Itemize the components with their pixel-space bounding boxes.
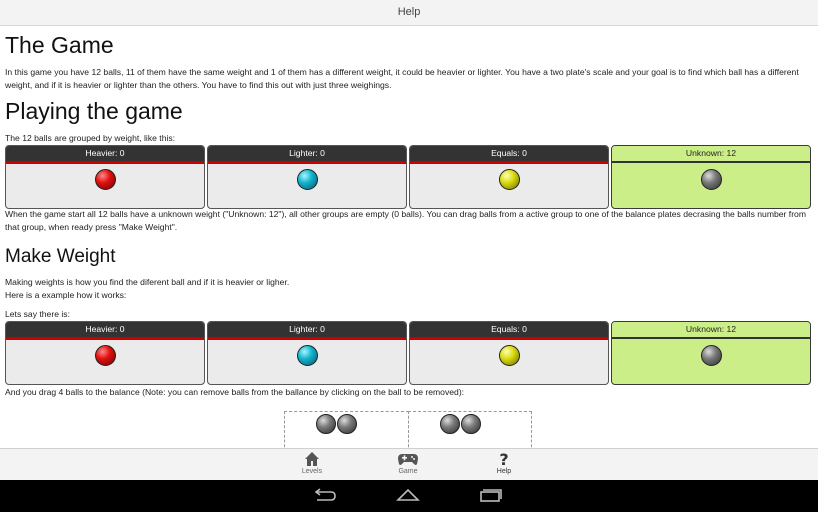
group-heavier-label: Heavier: 0 bbox=[6, 322, 204, 340]
make-weight-line-2: Here is a example how it works: bbox=[5, 290, 127, 300]
question-icon: ? bbox=[474, 450, 534, 469]
weight-groups-example-2: Heavier: 0 Lighter: 0 Equals: 0 Unknown:… bbox=[5, 321, 811, 385]
group-heavier-label: Heavier: 0 bbox=[6, 146, 204, 164]
red-ball-icon bbox=[95, 345, 116, 366]
gray-ball-icon bbox=[461, 414, 481, 434]
section-title-make-weight: Make Weight bbox=[5, 246, 116, 267]
playing-intro: The 12 balls are grouped by weight, like… bbox=[5, 133, 176, 143]
section-title-playing: Playing the game bbox=[5, 98, 183, 124]
yellow-ball-icon bbox=[499, 169, 520, 190]
red-ball-icon bbox=[95, 169, 116, 190]
game-description: In this game you have 12 balls, 11 of th… bbox=[5, 67, 799, 90]
cyan-ball-icon bbox=[297, 169, 318, 190]
system-navigation-bar bbox=[0, 480, 818, 512]
group-unknown-label: Unknown: 12 bbox=[612, 322, 810, 339]
make-weight-line-1: Making weights is how you find the difer… bbox=[5, 277, 290, 287]
balance-scale-example bbox=[284, 411, 532, 448]
group-unknown: Unknown: 12 bbox=[611, 321, 811, 385]
tab-levels[interactable]: Levels bbox=[282, 449, 342, 481]
make-weight-explanation: And you drag 4 balls to the balance (Not… bbox=[5, 387, 465, 397]
back-icon[interactable] bbox=[305, 480, 345, 512]
gray-ball-icon bbox=[701, 345, 722, 366]
gray-ball-icon bbox=[440, 414, 460, 434]
gray-ball-icon bbox=[701, 169, 722, 190]
weight-groups-example-1: Heavier: 0 Lighter: 0 Equals: 0 Unknown:… bbox=[5, 145, 811, 209]
tab-help-label: Help bbox=[496, 468, 512, 475]
group-equals-label: Equals: 0 bbox=[410, 322, 608, 340]
help-content[interactable]: The Game In this game you have 12 balls,… bbox=[0, 26, 818, 448]
svg-text:?: ? bbox=[499, 450, 508, 468]
yellow-ball-icon bbox=[499, 345, 520, 366]
tab-game-label: Game bbox=[398, 468, 418, 475]
balance-plate-left bbox=[284, 411, 409, 448]
group-equals: Equals: 0 bbox=[409, 145, 609, 209]
group-equals: Equals: 0 bbox=[409, 321, 609, 385]
gray-ball-icon bbox=[337, 414, 357, 434]
group-heavier: Heavier: 0 bbox=[5, 145, 205, 209]
gray-ball-icon bbox=[316, 414, 336, 434]
tab-help[interactable]: ? Help bbox=[474, 449, 534, 481]
group-lighter-label: Lighter: 0 bbox=[208, 322, 406, 340]
page-title: Help bbox=[397, 6, 421, 18]
cyan-ball-icon bbox=[297, 345, 318, 366]
bottom-tab-bar: Levels Game ? Help bbox=[0, 448, 818, 481]
make-weight-line-3: Lets say there is: bbox=[5, 309, 70, 319]
group-unknown: Unknown: 12 bbox=[611, 145, 811, 209]
group-lighter: Lighter: 0 bbox=[207, 145, 407, 209]
tab-levels-label: Levels bbox=[301, 468, 323, 475]
gamepad-icon bbox=[378, 450, 438, 468]
group-heavier: Heavier: 0 bbox=[5, 321, 205, 385]
group-unknown-label: Unknown: 12 bbox=[612, 146, 810, 163]
tab-game[interactable]: Game bbox=[378, 449, 438, 481]
playing-explanation: When the game start all 12 balls have a … bbox=[5, 209, 806, 232]
top-title-bar: Help bbox=[0, 0, 818, 26]
balance-plate-right bbox=[408, 411, 532, 448]
recent-apps-icon[interactable] bbox=[470, 480, 510, 512]
group-lighter: Lighter: 0 bbox=[207, 321, 407, 385]
group-lighter-label: Lighter: 0 bbox=[208, 146, 406, 164]
home-icon bbox=[282, 450, 342, 468]
group-equals-label: Equals: 0 bbox=[410, 146, 608, 164]
home-icon[interactable] bbox=[388, 480, 428, 512]
section-title-game: The Game bbox=[5, 32, 114, 58]
